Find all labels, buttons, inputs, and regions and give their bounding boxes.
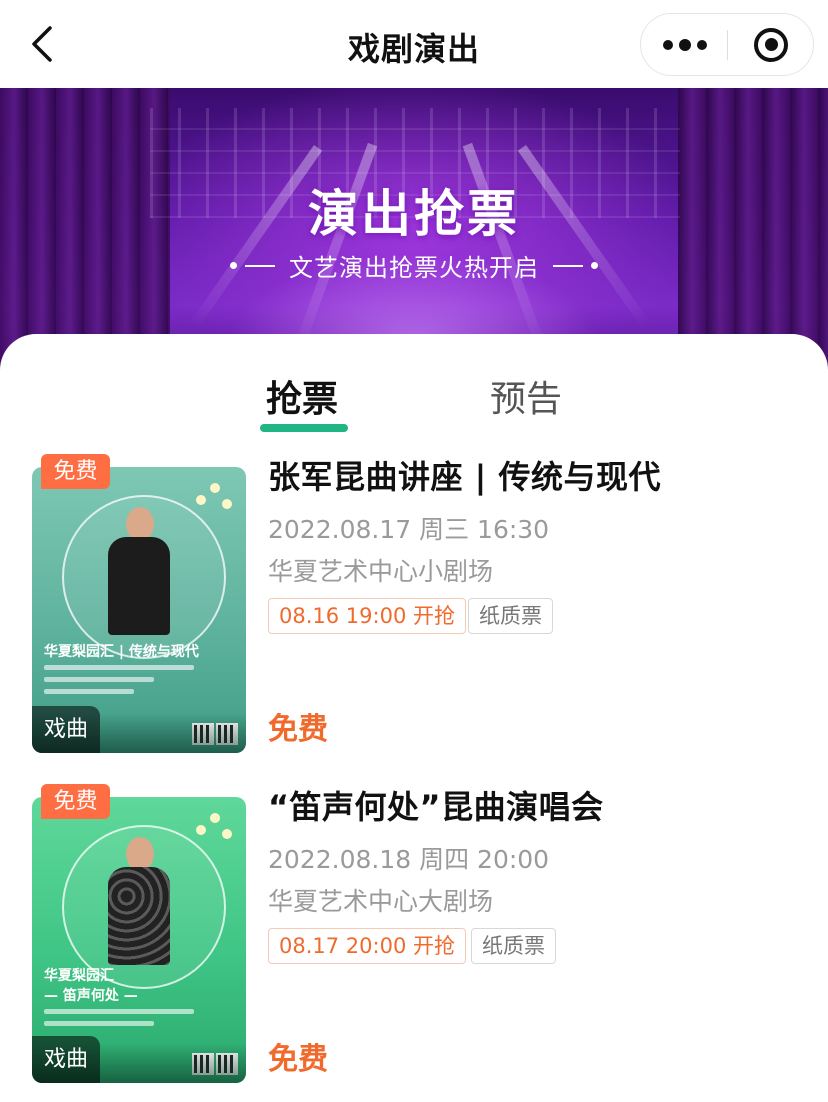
event-title[interactable]: “笛声何处”昆曲演唱会 [268, 782, 604, 828]
tab-grab-tickets[interactable]: 抢票 [266, 370, 338, 422]
close-button[interactable] [728, 14, 814, 75]
category-badge: 戏曲 [32, 1036, 100, 1083]
target-close-icon [754, 27, 788, 62]
event-price: 免费 [268, 1042, 328, 1077]
tab-preview[interactable]: 预告 [490, 370, 562, 422]
event-datetime: 2022.08.17 周三 16:30 [268, 515, 550, 544]
more-dot-icon [662, 39, 673, 50]
sale-start-tag: 08.16 19:00 开抢 [268, 598, 466, 634]
event-datetime: 2022.08.18 周四 20:00 [268, 845, 550, 874]
more-button[interactable] [641, 14, 728, 75]
free-badge: 免费 [41, 454, 110, 489]
poster-title: 华夏梨园汇 | 传统与现代 [44, 644, 199, 660]
event-title[interactable]: 张军昆曲讲座 | 传统与现代 [268, 452, 661, 498]
dot-icon [591, 262, 598, 269]
more-dot-icon [678, 38, 691, 51]
poster-fineprint [44, 1009, 194, 1014]
banner-subtitle: 文艺演出抢票火热开启 [289, 254, 539, 282]
content-panel: 抢票 预告 华夏梨园汇 | 传统与现代 免费 戏曲 张军昆曲讲座 | 传统与现代… [0, 334, 828, 1102]
category-badge: 戏曲 [32, 706, 100, 753]
sale-start-tag: 08.17 20:00 开抢 [268, 928, 466, 964]
event-venue: 华夏艺术中心小剧场 [268, 557, 494, 586]
poster-fineprint [44, 689, 134, 694]
event-price: 免费 [268, 712, 328, 747]
dot-icon [230, 262, 237, 269]
magnolia-icon [192, 481, 240, 521]
banner-title: 演出抢票 [308, 185, 520, 243]
ticket-type-tag: 纸质票 [471, 928, 556, 964]
tab-bar: 抢票 预告 [0, 334, 828, 434]
ticket-type-tag: 纸质票 [468, 598, 553, 634]
performer-figure [104, 507, 174, 637]
free-badge: 免费 [41, 784, 110, 819]
miniprogram-capsule [640, 13, 814, 76]
divider-line [553, 264, 583, 267]
active-tab-indicator [260, 424, 348, 432]
poster-fineprint [44, 665, 194, 670]
poster-title: 华夏梨园汇 [44, 968, 114, 984]
event-card[interactable]: 华夏梨园汇 | 传统与现代 免费 戏曲 张军昆曲讲座 | 传统与现代 2022.… [0, 452, 828, 753]
banner-subtitle-row: 文艺演出抢票火热开启 [0, 248, 828, 283]
more-dot-icon [696, 39, 707, 50]
poster-fineprint [44, 1021, 154, 1026]
performer-figure [104, 837, 174, 967]
poster-subtitle: — 笛声何处 — [44, 988, 138, 1004]
event-venue: 华夏艺术中心大剧场 [268, 887, 494, 916]
magnolia-icon [192, 811, 240, 851]
event-card[interactable]: 华夏梨园汇 — 笛声何处 — 免费 戏曲 “笛声何处”昆曲演唱会 2022.08… [0, 782, 828, 1083]
divider-line [245, 264, 275, 267]
poster-fineprint [44, 677, 154, 682]
nav-bar: 戏剧演出 [0, 0, 828, 88]
